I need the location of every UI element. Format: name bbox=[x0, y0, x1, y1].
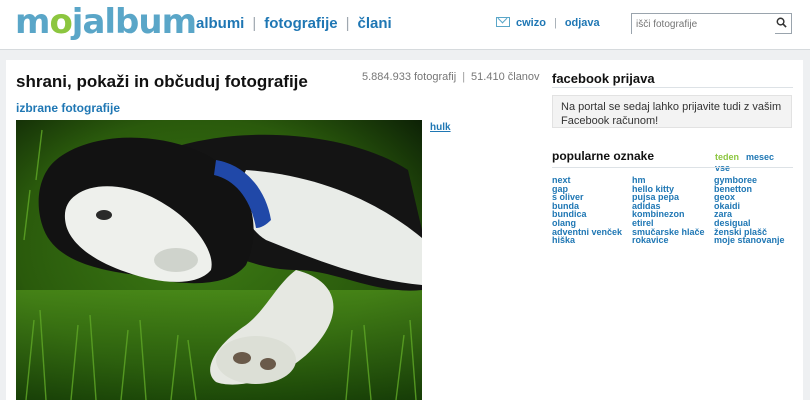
period-month[interactable]: mesec bbox=[746, 152, 774, 162]
logo-end: jalbum bbox=[71, 2, 197, 42]
mojalbum-logo[interactable]: mojalbum bbox=[15, 2, 197, 42]
main-panel: shrani, pokaži in občuduj fotografije 5.… bbox=[6, 60, 552, 400]
nav-separator: | bbox=[252, 15, 257, 32]
site-stats: 5.884.933 fotografij | 51.410 članov bbox=[362, 71, 540, 83]
user-separator: | bbox=[553, 17, 557, 29]
tags-column-3: gymboree benetton geox okaidi zara desig… bbox=[714, 176, 785, 245]
nav-separator: | bbox=[345, 15, 350, 32]
mail-icon[interactable] bbox=[496, 17, 510, 27]
logo-o: o bbox=[49, 2, 72, 42]
divider bbox=[552, 167, 793, 168]
tags-column-1: next gap s oliver bunda bundica olang ad… bbox=[552, 176, 622, 245]
facebook-login-message[interactable]: Na portal se sedaj lahko prijavite tudi … bbox=[552, 95, 792, 128]
tags-column-2: hm hello kitty pujsa pepa adidas kombine… bbox=[632, 176, 705, 245]
logout-link[interactable]: odjava bbox=[565, 17, 600, 29]
featured-photos-heading[interactable]: izbrane fotografije bbox=[16, 101, 120, 115]
header: mojalbum albumi | fotografije | člani cwizo |… bbox=[0, 0, 810, 50]
period-all[interactable]: vse bbox=[715, 163, 730, 173]
photos-count: 5.884.933 fotografij bbox=[362, 71, 457, 83]
search-icon[interactable] bbox=[776, 17, 787, 28]
search-input[interactable] bbox=[632, 15, 775, 34]
main-nav: albumi | fotografije | člani bbox=[196, 15, 392, 32]
page-title: shrani, pokaži in občuduj fotografije bbox=[16, 72, 308, 91]
members-count: 51.410 članov bbox=[471, 71, 540, 83]
period-week[interactable]: teden bbox=[715, 152, 739, 162]
photo-author-link[interactable]: hulk bbox=[430, 122, 451, 133]
nav-albums[interactable]: albumi bbox=[196, 15, 244, 32]
user-menu: cwizo | odjava bbox=[496, 17, 600, 29]
featured-photo[interactable] bbox=[16, 120, 422, 400]
tag-link[interactable]: rokavice bbox=[632, 236, 705, 245]
divider bbox=[552, 87, 793, 88]
search-box bbox=[631, 13, 792, 34]
tag-link[interactable]: hiška bbox=[552, 236, 622, 245]
nav-photos[interactable]: fotografije bbox=[264, 15, 337, 32]
popular-tags-heading: popularne oznake bbox=[552, 149, 655, 163]
logo-start: m bbox=[15, 2, 50, 42]
username-link[interactable]: cwizo bbox=[516, 17, 546, 29]
husky-puppy-photo bbox=[16, 120, 422, 400]
nav-members[interactable]: člani bbox=[358, 15, 392, 32]
tag-link[interactable]: moje stanovanje bbox=[714, 236, 785, 245]
right-sidebar: facebook prijava Na portal se sedaj lahk… bbox=[548, 60, 803, 400]
facebook-login-heading: facebook prijava bbox=[552, 71, 655, 86]
stats-separator: | bbox=[462, 71, 466, 83]
